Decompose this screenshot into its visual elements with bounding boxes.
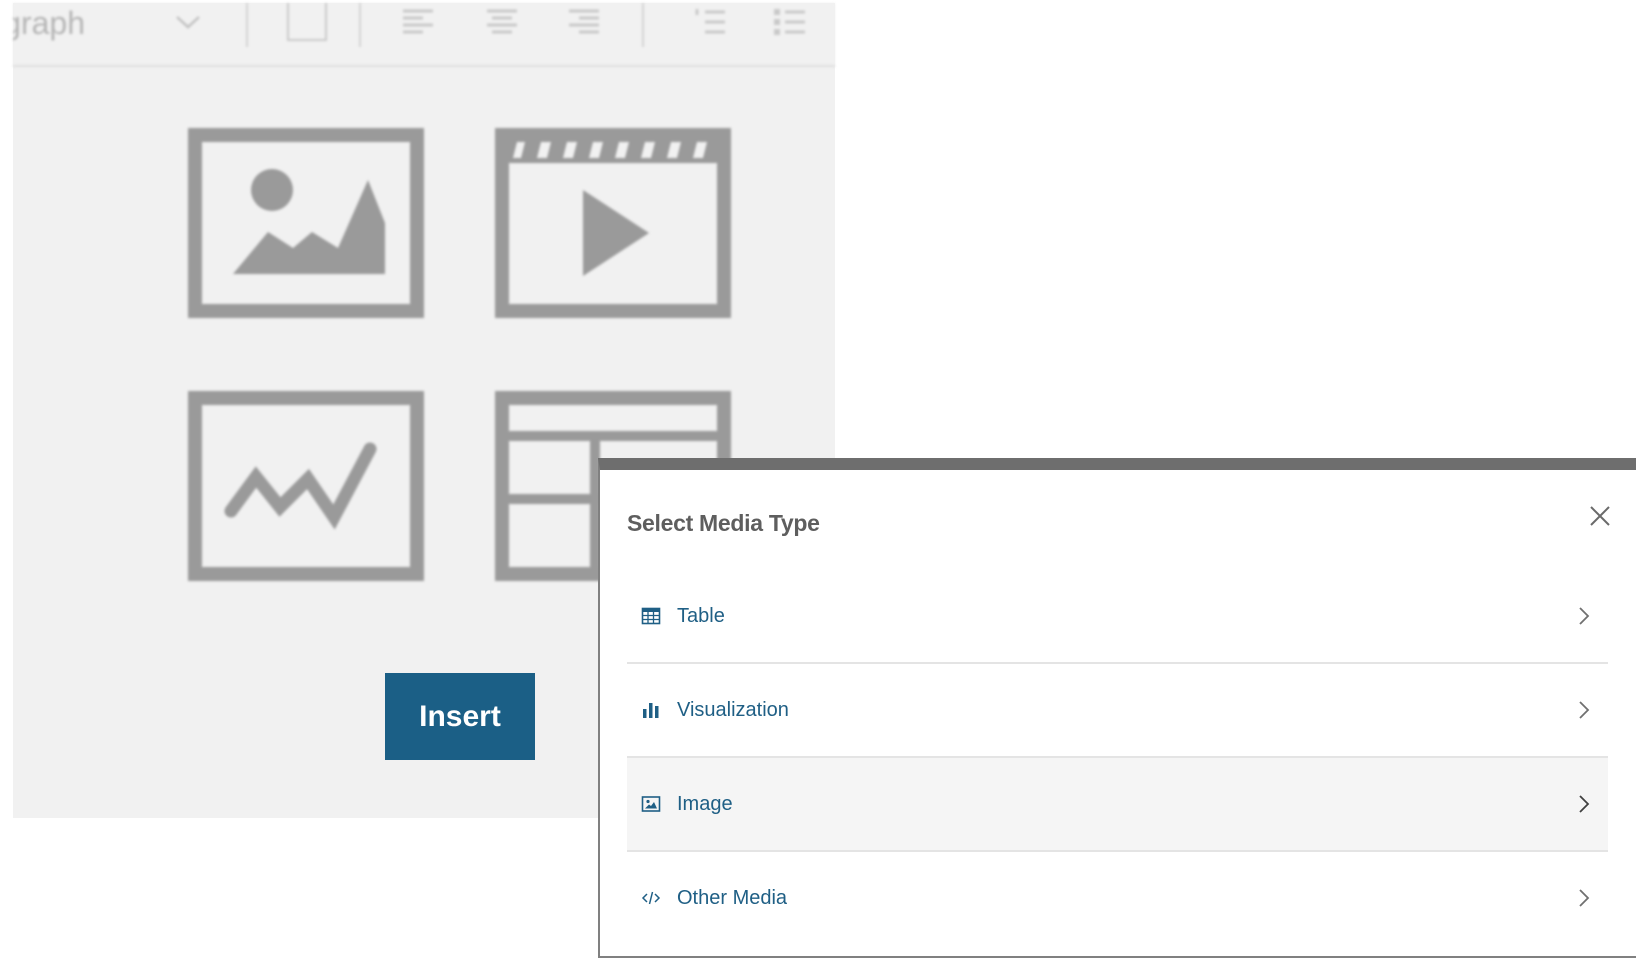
paragraph-format-dropdown[interactable]: Paragraph [13, 5, 85, 45]
align-left-icon[interactable] [401, 7, 435, 37]
bulleted-list-icon[interactable] [773, 7, 807, 37]
media-option-label: Image [677, 792, 733, 815]
align-center-icon[interactable] [485, 7, 519, 37]
editor-toolbar: Paragraph [13, 3, 835, 67]
toolbar-divider [246, 3, 248, 47]
toolbar-divider [359, 3, 361, 47]
media-type-list: Table Visualization Image Other Media [627, 570, 1608, 944]
chevron-right-icon [1579, 701, 1590, 719]
table-icon [641, 606, 661, 626]
media-option-other-media[interactable]: Other Media [627, 852, 1608, 944]
select-media-type-dialog: Select Media Type Table Visualization Im… [598, 458, 1636, 958]
chevron-down-icon[interactable] [173, 11, 203, 33]
video-tile-icon[interactable] [495, 128, 731, 318]
align-right-icon[interactable] [567, 7, 601, 37]
block-style-icon[interactable] [287, 3, 327, 41]
chart-tile-icon[interactable] [188, 391, 424, 581]
media-option-label: Other Media [677, 886, 788, 909]
media-option-image[interactable]: Image [627, 758, 1608, 852]
insert-button[interactable]: Insert [385, 673, 535, 760]
chevron-right-icon [1579, 607, 1590, 625]
chevron-right-icon [1579, 889, 1590, 907]
close-icon[interactable] [1584, 500, 1616, 532]
bar-chart-icon [641, 700, 661, 720]
chevron-right-icon [1579, 795, 1590, 813]
media-option-label: Table [677, 604, 725, 627]
media-option-label: Visualization [677, 698, 789, 721]
media-option-visualization[interactable]: Visualization [627, 664, 1608, 758]
numbered-list-icon[interactable] [693, 7, 727, 37]
toolbar-divider [642, 3, 644, 47]
code-icon [641, 888, 661, 908]
dialog-title: Select Media Type [627, 510, 820, 536]
media-option-table[interactable]: Table [627, 570, 1608, 664]
image-icon [641, 794, 661, 814]
image-tile-icon[interactable] [188, 128, 424, 318]
